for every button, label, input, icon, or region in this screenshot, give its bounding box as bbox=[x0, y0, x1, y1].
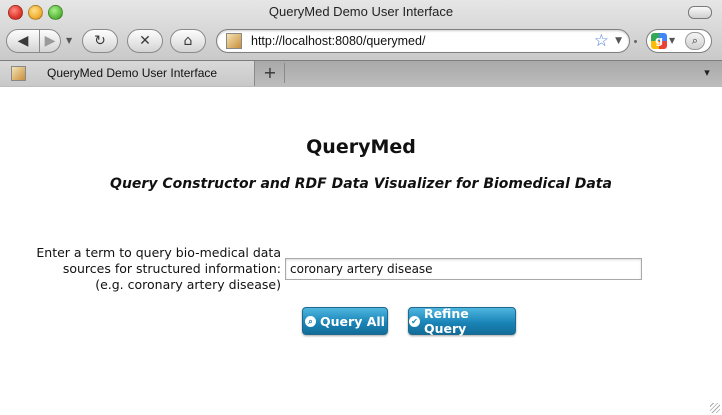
home-icon: ⌂ bbox=[183, 33, 193, 49]
query-all-label: Query All bbox=[320, 313, 385, 329]
back-button[interactable]: ◀ bbox=[6, 29, 40, 53]
forward-button[interactable]: ▶ bbox=[39, 29, 61, 53]
tab-querymed[interactable]: QueryMed Demo User Interface bbox=[0, 61, 255, 86]
refine-query-label: Refine Query bbox=[423, 306, 469, 336]
browser-chrome: QueryMed Demo User Interface ◀ ▶ ▼ ↻ ✕ ⌂… bbox=[0, 0, 722, 87]
site-favicon-icon bbox=[226, 33, 242, 49]
google-icon[interactable]: g bbox=[651, 33, 667, 49]
query-label: Enter a term to query bio-medical data s… bbox=[36, 245, 281, 293]
query-label-line1: Enter a term to query bio-medical data bbox=[36, 245, 281, 260]
title-bar: QueryMed Demo User Interface bbox=[0, 0, 722, 24]
navigation-toolbar: ◀ ▶ ▼ ↻ ✕ ⌂ http://localhost:8080/querym… bbox=[0, 26, 722, 58]
reload-icon: ↻ bbox=[94, 33, 106, 49]
star-icon[interactable]: ☆ bbox=[594, 31, 609, 51]
page-content: QueryMed Query Constructor and RDF Data … bbox=[0, 87, 722, 415]
tab-favicon-icon bbox=[11, 66, 26, 81]
search-engine-dropdown-icon[interactable]: ▼ bbox=[669, 36, 675, 45]
query-label-line3: (e.g. coronary artery disease) bbox=[95, 277, 281, 292]
url-text[interactable]: http://localhost:8080/querymed/ bbox=[251, 34, 425, 48]
query-all-button[interactable]: ⌕ Query All bbox=[302, 307, 388, 335]
search-icon: ⌕ bbox=[305, 315, 317, 327]
tab-menu-icon[interactable]: ▾ bbox=[700, 66, 714, 79]
search-icon[interactable]: ⌕ bbox=[685, 32, 705, 50]
address-bar[interactable]: http://localhost:8080/querymed/ ☆ ▼ bbox=[216, 29, 630, 53]
url-dropdown-icon[interactable]: ▼ bbox=[615, 36, 622, 46]
home-button[interactable]: ⌂ bbox=[170, 29, 206, 53]
page-subtitle: Query Constructor and RDF Data Visualize… bbox=[110, 176, 612, 192]
reload-button[interactable]: ↻ bbox=[82, 29, 118, 53]
stop-button[interactable]: ✕ bbox=[127, 29, 163, 53]
tab-title: QueryMed Demo User Interface bbox=[47, 66, 218, 80]
window-title: QueryMed Demo User Interface bbox=[268, 4, 454, 19]
tab-strip: QueryMed Demo User Interface + ▾ bbox=[0, 60, 722, 87]
new-tab-button[interactable]: + bbox=[256, 63, 285, 83]
forward-icon: ▶ bbox=[44, 33, 56, 49]
toolbar-separator bbox=[634, 40, 637, 43]
toolbar-toggle-button[interactable] bbox=[688, 6, 712, 19]
stop-icon: ✕ bbox=[139, 33, 151, 49]
check-icon: ✔ bbox=[409, 315, 420, 327]
search-box[interactable]: g ▼ ⌕ bbox=[646, 29, 712, 53]
page-title: QueryMed bbox=[306, 136, 416, 158]
history-dropdown-icon[interactable]: ▼ bbox=[66, 36, 72, 45]
resize-handle[interactable] bbox=[710, 403, 720, 413]
query-input[interactable] bbox=[285, 258, 642, 280]
query-label-line2: sources for structured information: bbox=[62, 261, 281, 276]
refine-query-button[interactable]: ✔ Refine Query bbox=[408, 306, 516, 336]
back-icon: ◀ bbox=[17, 33, 29, 49]
